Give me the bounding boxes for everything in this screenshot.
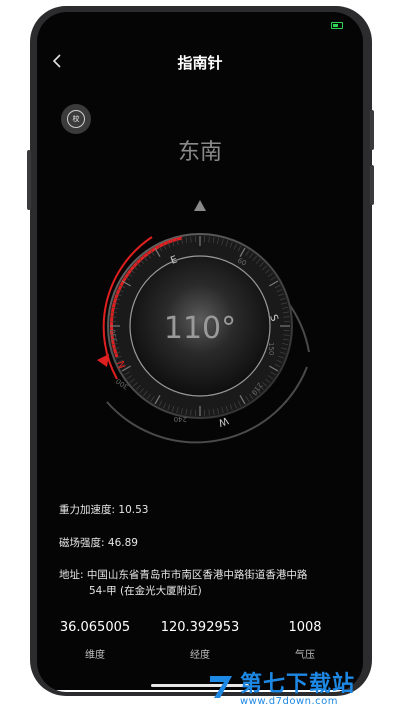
calibrate-button[interactable]: 校 xyxy=(61,104,91,134)
gravity-label: 重力加速度: xyxy=(59,504,119,516)
page-title: 指南针 xyxy=(177,54,223,72)
stats-row: 36.065005 维度 120.392953 经度 1008 气压 xyxy=(37,620,363,670)
app-screen: 指南针 校 东南 E S W N 150 210 240 300 330 60 … xyxy=(37,12,363,692)
stat-latitude-value: 36.065005 xyxy=(59,620,131,635)
phone-volume-down-button xyxy=(370,165,374,205)
compass-dial: E S W N 150 210 240 300 330 60 110° xyxy=(97,200,310,444)
gravity-row: 重力加速度: 10.53 xyxy=(59,502,148,517)
calibrate-icon: 校 xyxy=(67,110,85,128)
north-marker-icon xyxy=(97,354,109,367)
stat-pressure-value: 1008 xyxy=(288,620,322,635)
battery-icon xyxy=(331,22,343,29)
address-label: 地址: xyxy=(59,569,87,581)
stat-pressure: 1008 气压 xyxy=(250,620,360,661)
watermark-title: 第七下载站 xyxy=(240,672,356,697)
watermark-url: www.d7down.com xyxy=(240,696,339,707)
stat-longitude-value: 120.392953 xyxy=(160,620,240,635)
gravity-value: 10.53 xyxy=(118,504,149,516)
dial-number: 150 xyxy=(267,342,275,355)
stat-latitude: 36.065005 维度 xyxy=(40,620,150,661)
magnetic-value: 46.89 xyxy=(107,537,138,549)
watermark: 第七下载站 www.d7down.com xyxy=(200,668,398,710)
phone-volume-up-button xyxy=(370,110,374,150)
calibrate-label: 校 xyxy=(72,115,80,123)
stat-latitude-label: 维度 xyxy=(85,650,105,661)
magnetic-label: 磁场强度: xyxy=(59,537,108,549)
stat-longitude: 120.392953 经度 xyxy=(145,620,255,661)
heading-pointer-icon xyxy=(194,200,206,211)
stat-pressure-label: 气压 xyxy=(295,650,315,661)
stat-longitude-label: 经度 xyxy=(190,650,210,661)
address-line-2: 54-甲 (在金光大厦附近) xyxy=(89,585,202,597)
address-line-1: 中国山东省青岛市市南区香港中路街道香港中路 xyxy=(86,569,308,581)
heading-value: 110° xyxy=(164,311,236,346)
dial-number: 240 xyxy=(174,415,187,423)
phone-side-button xyxy=(27,150,31,210)
watermark-logo-icon xyxy=(206,670,238,702)
magnetic-row: 磁场强度: 46.89 xyxy=(59,535,138,550)
direction-label: 东南 xyxy=(177,140,222,165)
address-row: 地址: 中国山东省青岛市市南区香港中路街道香港中路 54-甲 (在金光大厦附近) xyxy=(59,567,349,599)
